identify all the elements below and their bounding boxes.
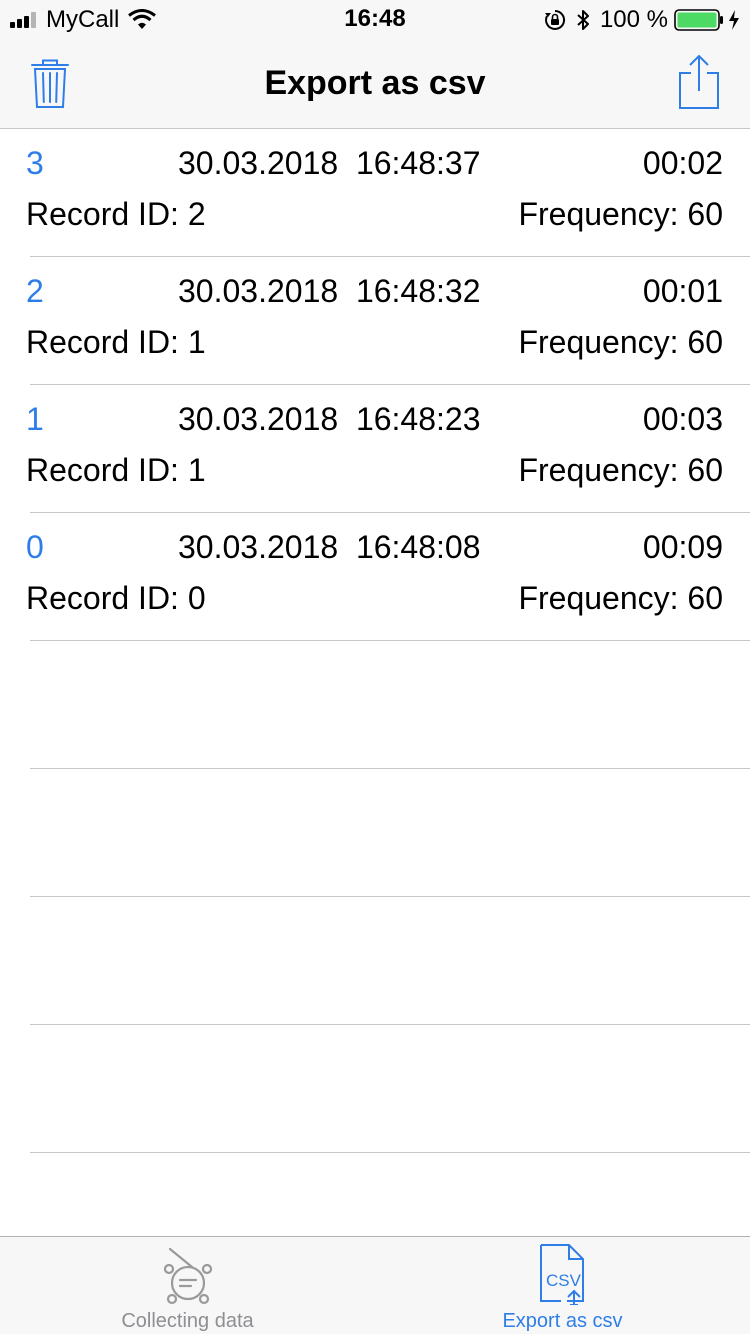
record-datetime: 30.03.2018 16:48:08 [178, 529, 481, 565]
record-duration: 00:01 [642, 273, 723, 309]
record-id: Record ID: 1 [26, 324, 206, 360]
tab-label: Export as csv [502, 1310, 623, 1332]
page-title: Export as csv [264, 64, 486, 102]
record-list: 3 30.03.2018 16:48:37 00:02 Record ID: 2… [0, 129, 750, 1153]
record-datetime: 30.03.2018 16:48:37 [178, 145, 481, 181]
empty-row [0, 1025, 750, 1153]
record-index: 3 [26, 145, 44, 181]
battery-percent: 100 % [599, 6, 668, 33]
tab-export-csv[interactable]: CSV Export as csv [375, 1237, 750, 1334]
empty-row [0, 769, 750, 897]
empty-row [0, 897, 750, 1025]
status-bar: MyCall 16:48 100 % [0, 0, 750, 40]
record-index: 2 [26, 273, 44, 309]
tab-collecting-data[interactable]: Collecting data [0, 1237, 375, 1334]
record-id: Record ID: 2 [26, 196, 206, 232]
list-item[interactable]: 3 30.03.2018 16:48:37 00:02 Record ID: 2… [0, 129, 750, 257]
record-index: 1 [26, 401, 44, 437]
collecting-data-icon [163, 1247, 212, 1305]
record-frequency: Frequency: 60 [518, 196, 723, 232]
record-frequency: Frequency: 60 [518, 580, 723, 616]
row-separator [30, 1152, 750, 1153]
record-id: Record ID: 1 [26, 452, 206, 488]
list-item[interactable]: 1 30.03.2018 16:48:23 00:03 Record ID: 1… [0, 385, 750, 513]
navigation-bar: Export as csv [0, 40, 750, 129]
battery-icon [674, 9, 723, 31]
record-frequency: Frequency: 60 [518, 324, 723, 360]
list-item[interactable]: 2 30.03.2018 16:48:32 00:01 Record ID: 1… [0, 257, 750, 385]
bluetooth-icon [577, 10, 589, 30]
empty-row [0, 641, 750, 769]
record-datetime: 30.03.2018 16:48:32 [178, 273, 481, 309]
share-icon[interactable] [677, 54, 721, 110]
record-datetime: 30.03.2018 16:48:23 [178, 401, 481, 437]
list-item[interactable]: 0 30.03.2018 16:48:08 00:09 Record ID: 0… [0, 513, 750, 641]
charging-icon [729, 10, 739, 30]
record-frequency: Frequency: 60 [518, 452, 723, 488]
svg-text:CSV: CSV [546, 1271, 582, 1290]
record-duration: 00:03 [642, 401, 723, 437]
record-duration: 00:02 [642, 145, 723, 181]
record-id: Record ID: 0 [26, 580, 206, 616]
status-right: 100 % [544, 6, 740, 34]
rotation-lock-icon [544, 9, 565, 30]
record-index: 0 [26, 529, 44, 565]
record-duration: 00:09 [642, 529, 723, 565]
tab-label: Collecting data [121, 1310, 254, 1332]
tab-bar: Collecting data CSV Export as csv [0, 1236, 750, 1334]
csv-export-icon: CSV [539, 1244, 584, 1305]
